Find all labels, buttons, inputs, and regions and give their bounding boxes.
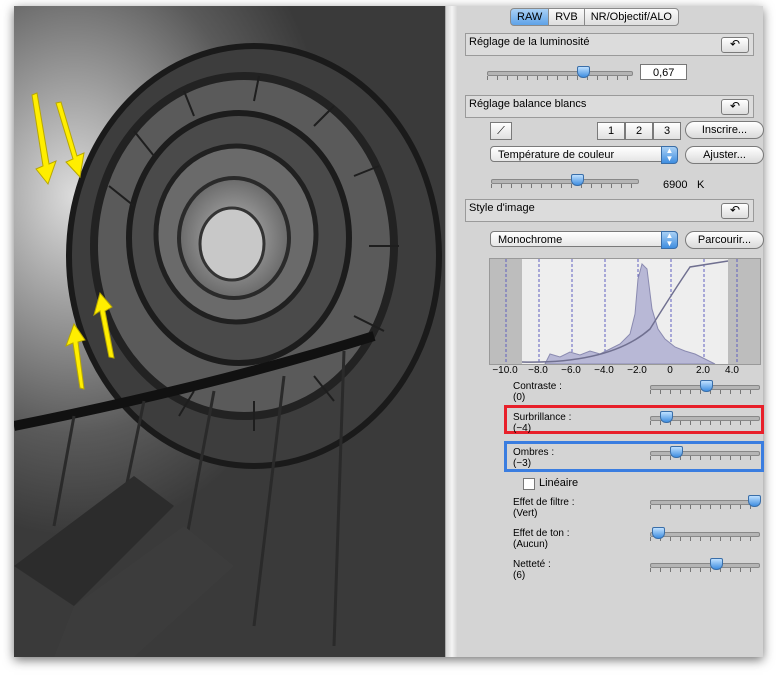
brightness-slider-thumb[interactable]	[577, 66, 590, 78]
undo-arrow-icon: ↶	[729, 203, 741, 217]
wb-mode-select[interactable]: Température de couleur ▲ ▼	[490, 146, 678, 164]
picture-style-reset-button[interactable]: ↶	[721, 203, 749, 219]
white-balance-reset-button[interactable]: ↶	[721, 99, 749, 115]
histogram-tick: −10.0	[492, 365, 518, 376]
histogram-tick: −8.0	[528, 365, 548, 376]
picture-style-value: Monochrome	[498, 234, 563, 246]
shadows-slider[interactable]	[650, 446, 760, 460]
temperature-unit: K	[697, 179, 705, 191]
histogram-plot	[490, 259, 760, 365]
filter-effect-slider-thumb[interactable]	[748, 495, 761, 507]
undo-arrow-icon: ↶	[729, 37, 741, 51]
highlights-label: Surbrillance : (−4)	[513, 412, 572, 434]
toning-effect-slider-thumb[interactable]	[652, 527, 665, 539]
undo-arrow-icon: ↶	[729, 99, 741, 113]
wb-preset-2-button[interactable]: 2	[625, 122, 653, 140]
white-balance-title: Réglage balance blancs	[469, 98, 587, 110]
eyedropper-button[interactable]: ⟋	[490, 122, 512, 140]
white-balance-section-header: Réglage balance blancs ↶	[465, 95, 754, 118]
shadows-slider-thumb[interactable]	[670, 446, 683, 458]
eyedropper-icon: ⟋	[497, 125, 505, 137]
histogram-tick: −2.0	[627, 365, 647, 376]
wb-preset-3-button[interactable]: 3	[653, 122, 681, 140]
app-window: RAW RVB NR/Objectif/ALO Réglage de la lu…	[14, 6, 764, 657]
tab-raw[interactable]: RAW	[510, 8, 550, 26]
histogram-tick: −4.0	[594, 365, 614, 376]
contrast-slider[interactable]	[650, 380, 760, 394]
brightness-title: Réglage de la luminosité	[469, 36, 590, 48]
brightness-section-header: Réglage de la luminosité ↶	[465, 33, 754, 56]
wb-preset-1-button[interactable]: 1	[597, 122, 625, 140]
sharpness-label: Netteté : (6)	[513, 559, 551, 581]
contrast-slider-thumb[interactable]	[700, 380, 713, 392]
picture-style-section-header: Style d'image ↶	[465, 199, 754, 222]
temperature-slider[interactable]	[491, 174, 639, 188]
histogram-tick: −6.0	[561, 365, 581, 376]
brightness-slider[interactable]	[487, 66, 633, 80]
tone-histogram	[489, 258, 761, 365]
updown-arrow-icon: ▲ ▼	[661, 146, 678, 164]
highlights-slider[interactable]	[650, 411, 760, 425]
spiral-staircase-image	[14, 43, 442, 657]
adjust-button[interactable]: Ajuster...	[685, 146, 764, 164]
photo-preview	[14, 6, 445, 657]
histogram-tick: 0	[667, 365, 673, 376]
sharpness-slider[interactable]	[650, 558, 760, 572]
tab-rvb[interactable]: RVB	[548, 8, 585, 26]
tab-bar: RAW RVB NR/Objectif/ALO	[510, 8, 679, 26]
brightness-reset-button[interactable]: ↶	[721, 37, 749, 53]
filter-effect-slider[interactable]	[650, 495, 761, 509]
toning-effect-label: Effet de ton : (Aucun)	[513, 528, 570, 550]
contrast-label: Contraste : (0)	[513, 381, 562, 403]
settings-panel: RAW RVB NR/Objectif/ALO Réglage de la lu…	[457, 6, 764, 657]
shadows-label: Ombres : (−3)	[513, 447, 555, 469]
sharpness-slider-thumb[interactable]	[710, 558, 723, 570]
histogram-tick: 4.0	[725, 365, 739, 376]
updown-arrow-icon: ▲ ▼	[661, 231, 678, 249]
temperature-slider-thumb[interactable]	[571, 174, 584, 186]
linear-label: Linéaire	[539, 477, 579, 489]
temperature-value: 6900	[663, 179, 688, 191]
browse-button[interactable]: Parcourir...	[685, 231, 764, 249]
brightness-value-field[interactable]: 0,67	[640, 64, 687, 80]
tab-nr-objectif-alo[interactable]: NR/Objectif/ALO	[583, 8, 679, 26]
linear-checkbox[interactable]	[523, 478, 535, 490]
filter-effect-label: Effet de filtre : (Vert)	[513, 497, 575, 519]
picture-style-title: Style d'image	[469, 202, 535, 214]
register-button[interactable]: Inscrire...	[685, 121, 764, 139]
wb-mode-value: Température de couleur	[498, 149, 615, 161]
toning-effect-slider[interactable]	[650, 527, 760, 541]
histogram-tick: 2.0	[696, 365, 710, 376]
highlights-slider-thumb[interactable]	[660, 411, 673, 423]
picture-style-select[interactable]: Monochrome ▲ ▼	[490, 231, 678, 249]
